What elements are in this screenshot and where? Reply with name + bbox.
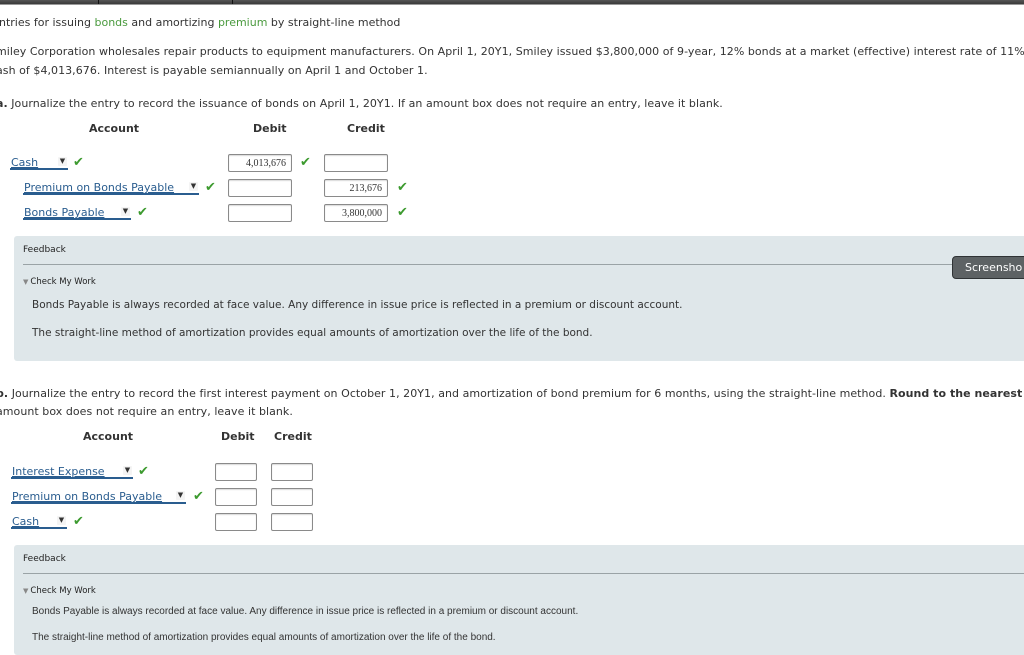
chevron-down-icon[interactable]: ▼ xyxy=(121,207,130,216)
screenshot-button[interactable]: Screensho xyxy=(952,256,1024,279)
part-a-row2-account-select[interactable]: Premium on Bonds Payable ▼ xyxy=(23,181,199,195)
check-icon: ✔ xyxy=(300,155,311,170)
account-select-value: Cash xyxy=(11,156,39,169)
bonds-keyword-link[interactable]: bonds xyxy=(94,16,127,29)
part-a-row3-credit-input[interactable]: 3,800,000 xyxy=(324,204,388,222)
chevron-down-icon[interactable]: ▼ xyxy=(58,157,67,166)
part-b-row3-debit-input[interactable] xyxy=(215,513,257,531)
part-b-instruction-line2: amount box does not require an entry, le… xyxy=(0,405,293,418)
check-my-work-label[interactable]: Check My Work xyxy=(30,586,95,596)
part-a-instruction-text: Journalize the entry to record the issua… xyxy=(7,97,723,110)
problem-title: ntries for issuing bonds and amortizing … xyxy=(0,16,400,29)
part-b-feedback-panel: Feedback ▼ Check My Work Bonds Payable is… xyxy=(14,545,1024,655)
part-b-debit-header: Debit xyxy=(221,430,255,443)
part-a-credit-header: Credit xyxy=(347,122,385,135)
part-a-debit-header: Debit xyxy=(253,122,287,135)
browser-top-bar xyxy=(0,0,1024,5)
part-a-row1-debit-input[interactable]: 4,013,676 xyxy=(228,154,292,172)
tab-divider xyxy=(98,0,99,4)
check-icon: ✔ xyxy=(193,489,204,504)
part-b-row3-credit-input[interactable] xyxy=(271,513,313,531)
part-b-letter: b. xyxy=(0,387,9,400)
check-icon: ✔ xyxy=(73,155,84,170)
check-my-work-toggle[interactable]: ▼ Check My Work xyxy=(23,586,96,596)
check-my-work-toggle[interactable]: ▼ Check My Work xyxy=(23,277,96,287)
chevron-down-icon[interactable]: ▼ xyxy=(176,491,185,500)
part-a-row3-account-select[interactable]: Bonds Payable ▼ xyxy=(23,206,131,220)
account-select-value: Bonds Payable xyxy=(24,206,105,219)
part-a-row3-debit-input[interactable] xyxy=(228,204,292,222)
check-icon: ✔ xyxy=(73,514,84,529)
disclosure-triangle-icon[interactable]: ▼ xyxy=(23,278,28,286)
account-select-value: Interest Expense xyxy=(12,465,105,478)
check-icon: ✔ xyxy=(205,180,216,195)
feedback-text: The straight-line method of amortization… xyxy=(32,632,496,643)
part-a-row1-account-select[interactable]: Cash ▼ xyxy=(10,156,68,170)
part-b-row1-debit-input[interactable] xyxy=(215,463,257,481)
part-b-credit-header: Credit xyxy=(274,430,312,443)
part-b-row2-account-select[interactable]: Premium on Bonds Payable ▼ xyxy=(11,490,186,504)
title-text: and amortizing xyxy=(127,16,218,29)
problem-intro-line1: miley Corporation wholesales repair prod… xyxy=(0,45,1024,58)
check-icon: ✔ xyxy=(397,205,408,220)
feedback-label: Feedback xyxy=(23,245,66,255)
disclosure-triangle-icon[interactable]: ▼ xyxy=(23,587,28,595)
feedback-label: Feedback xyxy=(23,554,66,564)
account-select-value: Cash xyxy=(12,515,40,528)
part-b-rounding-note: Round to the nearest dollar xyxy=(889,387,1024,400)
part-b-row2-debit-input[interactable] xyxy=(215,488,257,506)
part-a-letter: a. xyxy=(0,97,8,110)
part-a-feedback-panel: Feedback ▼ Check My Work Bonds Payable is… xyxy=(14,236,1024,361)
problem-intro-line2: ash of $4,013,676. Interest is payable s… xyxy=(0,64,428,77)
feedback-text: Bonds Payable is always recorded at face… xyxy=(32,606,579,617)
account-select-value: Premium on Bonds Payable xyxy=(12,490,163,503)
part-a-row2-credit-input[interactable]: 213,676 xyxy=(324,179,388,197)
part-a-row2-debit-input[interactable] xyxy=(228,179,292,197)
part-b-row1-account-select[interactable]: Interest Expense ▼ xyxy=(11,465,133,479)
feedback-text: Bonds Payable is always recorded at face… xyxy=(32,299,683,311)
part-a-account-header: Account xyxy=(89,122,140,135)
part-b-instruction: b. Journalize the entry to record the fi… xyxy=(0,387,1024,400)
title-text: by straight-line method xyxy=(267,16,401,29)
feedback-divider xyxy=(23,264,1024,265)
check-icon: ✔ xyxy=(397,180,408,195)
check-my-work-label[interactable]: Check My Work xyxy=(30,277,95,287)
tab-divider xyxy=(232,0,233,4)
check-icon: ✔ xyxy=(138,464,149,479)
part-a-instruction: a. Journalize the entry to record the is… xyxy=(0,97,723,110)
part-b-instruction-text: Journalize the entry to record the first… xyxy=(8,387,890,400)
chevron-down-icon[interactable]: ▼ xyxy=(57,516,66,525)
part-a-row1-credit-input[interactable] xyxy=(324,154,388,172)
account-select-value: Premium on Bonds Payable xyxy=(24,181,175,194)
part-b-row3-account-select[interactable]: Cash ▼ xyxy=(11,515,67,529)
feedback-text: The straight-line method of amortization… xyxy=(32,327,593,339)
part-b-row2-credit-input[interactable] xyxy=(271,488,313,506)
title-text: ntries for issuing xyxy=(0,16,95,29)
chevron-down-icon[interactable]: ▼ xyxy=(123,466,132,475)
premium-keyword-link[interactable]: premium xyxy=(218,16,268,29)
check-icon: ✔ xyxy=(137,205,148,220)
part-b-account-header: Account xyxy=(83,430,134,443)
chevron-down-icon[interactable]: ▼ xyxy=(189,182,198,191)
part-b-row1-credit-input[interactable] xyxy=(271,463,313,481)
feedback-divider xyxy=(23,573,1024,574)
